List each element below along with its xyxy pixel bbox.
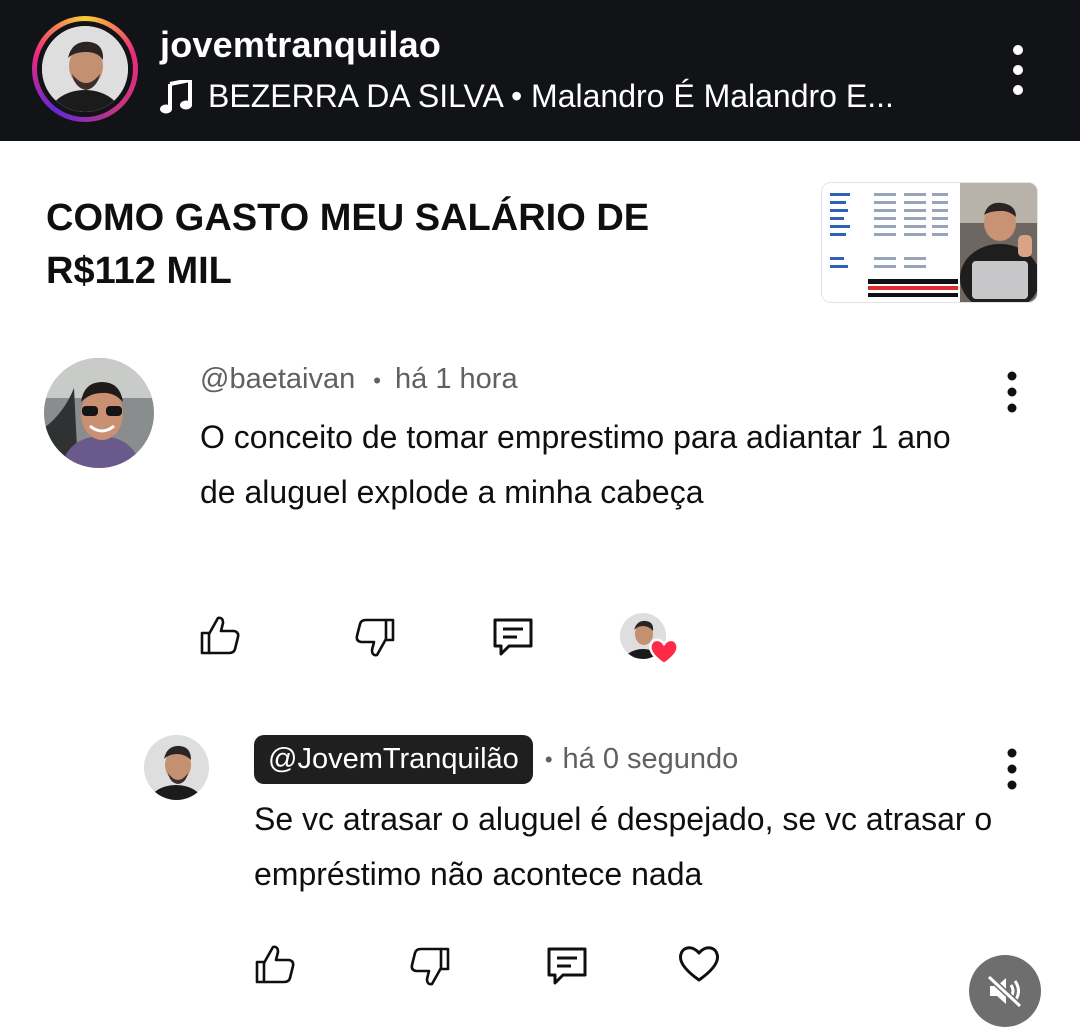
comment-text: O conceito de tomar emprestimo para adia… <box>200 419 951 510</box>
video-thumbnail[interactable] <box>821 182 1038 303</box>
story-music-track[interactable]: BEZERRA DA SILVA • Malandro É Malandro E… <box>160 78 894 115</box>
creator-heart-icon <box>649 638 679 666</box>
video-title[interactable]: COMO GASTO MEU SALÁRIO DE R$112 MIL <box>46 192 766 298</box>
story-avatar-ring[interactable] <box>32 16 138 122</box>
thumb-up-icon[interactable] <box>253 942 297 986</box>
meta-separator: • <box>544 746 553 772</box>
comment-author-avatar[interactable] <box>44 358 154 468</box>
thumb-up-icon[interactable] <box>198 613 242 657</box>
muted-speaker-icon <box>986 974 1023 1008</box>
heart-outline-icon[interactable] <box>677 943 721 983</box>
meta-separator: • <box>373 368 381 393</box>
reply-text: Se vc atrasar o aluguel é despejado, se … <box>254 801 993 892</box>
video-title-line: R$112 MIL <box>46 250 232 292</box>
reply-icon[interactable] <box>545 943 589 987</box>
profile-avatar[interactable] <box>42 26 128 112</box>
thumb-down-icon[interactable] <box>408 945 452 989</box>
creator-badge-handle[interactable]: @JovemTranquilão <box>254 735 533 784</box>
story-username[interactable]: jovemtranquilao <box>160 24 441 66</box>
reply-timestamp: há 0 segundo <box>562 743 739 775</box>
reply-meta: @JovemTranquilão • há 0 segundo <box>254 735 738 784</box>
reply-author-avatar[interactable] <box>144 735 209 800</box>
comment-more-icon[interactable] <box>1000 747 1024 791</box>
music-note-icon <box>160 79 192 113</box>
more-vertical-icon[interactable] <box>1004 44 1032 96</box>
comment-meta: @baetaivan • há 1 hora <box>200 363 518 396</box>
comment-more-icon[interactable] <box>1000 370 1024 414</box>
video-title-line: COMO GASTO MEU SALÁRIO DE <box>46 197 650 239</box>
comment-timestamp: há 1 hora <box>395 363 518 395</box>
music-track-label: BEZERRA DA SILVA • Malandro É Malandro E… <box>208 78 894 114</box>
thumb-down-icon[interactable] <box>353 616 397 660</box>
story-header: jovemtranquilao BEZERRA DA SILVA • Malan… <box>0 0 1080 141</box>
comment-handle[interactable]: @baetaivan <box>200 363 355 395</box>
reply-icon[interactable] <box>491 614 535 658</box>
mute-toggle-button[interactable] <box>969 955 1041 1027</box>
